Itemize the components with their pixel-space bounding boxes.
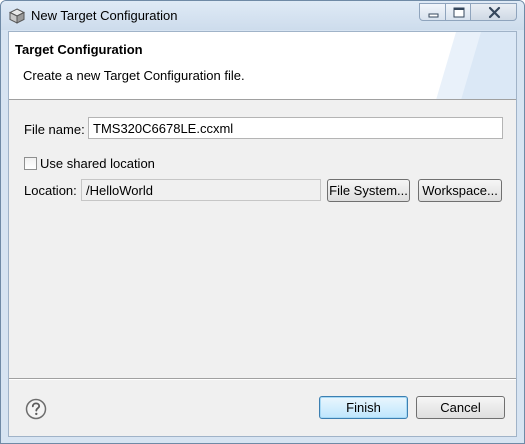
file-name-field[interactable]: TMS320C6678LE.ccxml — [88, 117, 503, 139]
dialog-client-area: Target Configuration Create a new Target… — [8, 31, 517, 437]
shared-location-checkbox[interactable] — [24, 157, 37, 170]
window-title: New Target Configuration — [31, 8, 178, 23]
help-icon[interactable] — [25, 398, 47, 420]
banner-decoration — [436, 32, 516, 99]
workspace-button[interactable]: Workspace... — [418, 179, 502, 202]
banner-title: Target Configuration — [15, 42, 143, 57]
maximize-button[interactable] — [445, 3, 471, 21]
title-bar[interactable]: New Target Configuration — [1, 1, 524, 30]
location-label: Location: — [24, 183, 77, 198]
minimize-button[interactable] — [419, 3, 446, 21]
close-button[interactable] — [470, 3, 517, 21]
minimize-icon — [428, 13, 439, 18]
target-config-icon — [8, 8, 26, 24]
wizard-banner: Target Configuration Create a new Target… — [9, 32, 516, 100]
file-name-label: File name: — [24, 122, 85, 137]
dialog-window: New Target Configuration Target Configur… — [0, 0, 525, 444]
banner-description: Create a new Target Configuration file. — [23, 68, 245, 83]
finish-button[interactable]: Finish — [319, 396, 408, 419]
shared-location-label[interactable]: Use shared location — [40, 156, 155, 171]
close-icon — [488, 6, 501, 19]
file-system-button[interactable]: File System... — [327, 179, 410, 202]
cancel-button[interactable]: Cancel — [416, 396, 505, 419]
location-field: /HelloWorld — [81, 179, 321, 201]
maximize-icon — [453, 7, 465, 18]
footer-separator-highlight — [9, 379, 516, 380]
